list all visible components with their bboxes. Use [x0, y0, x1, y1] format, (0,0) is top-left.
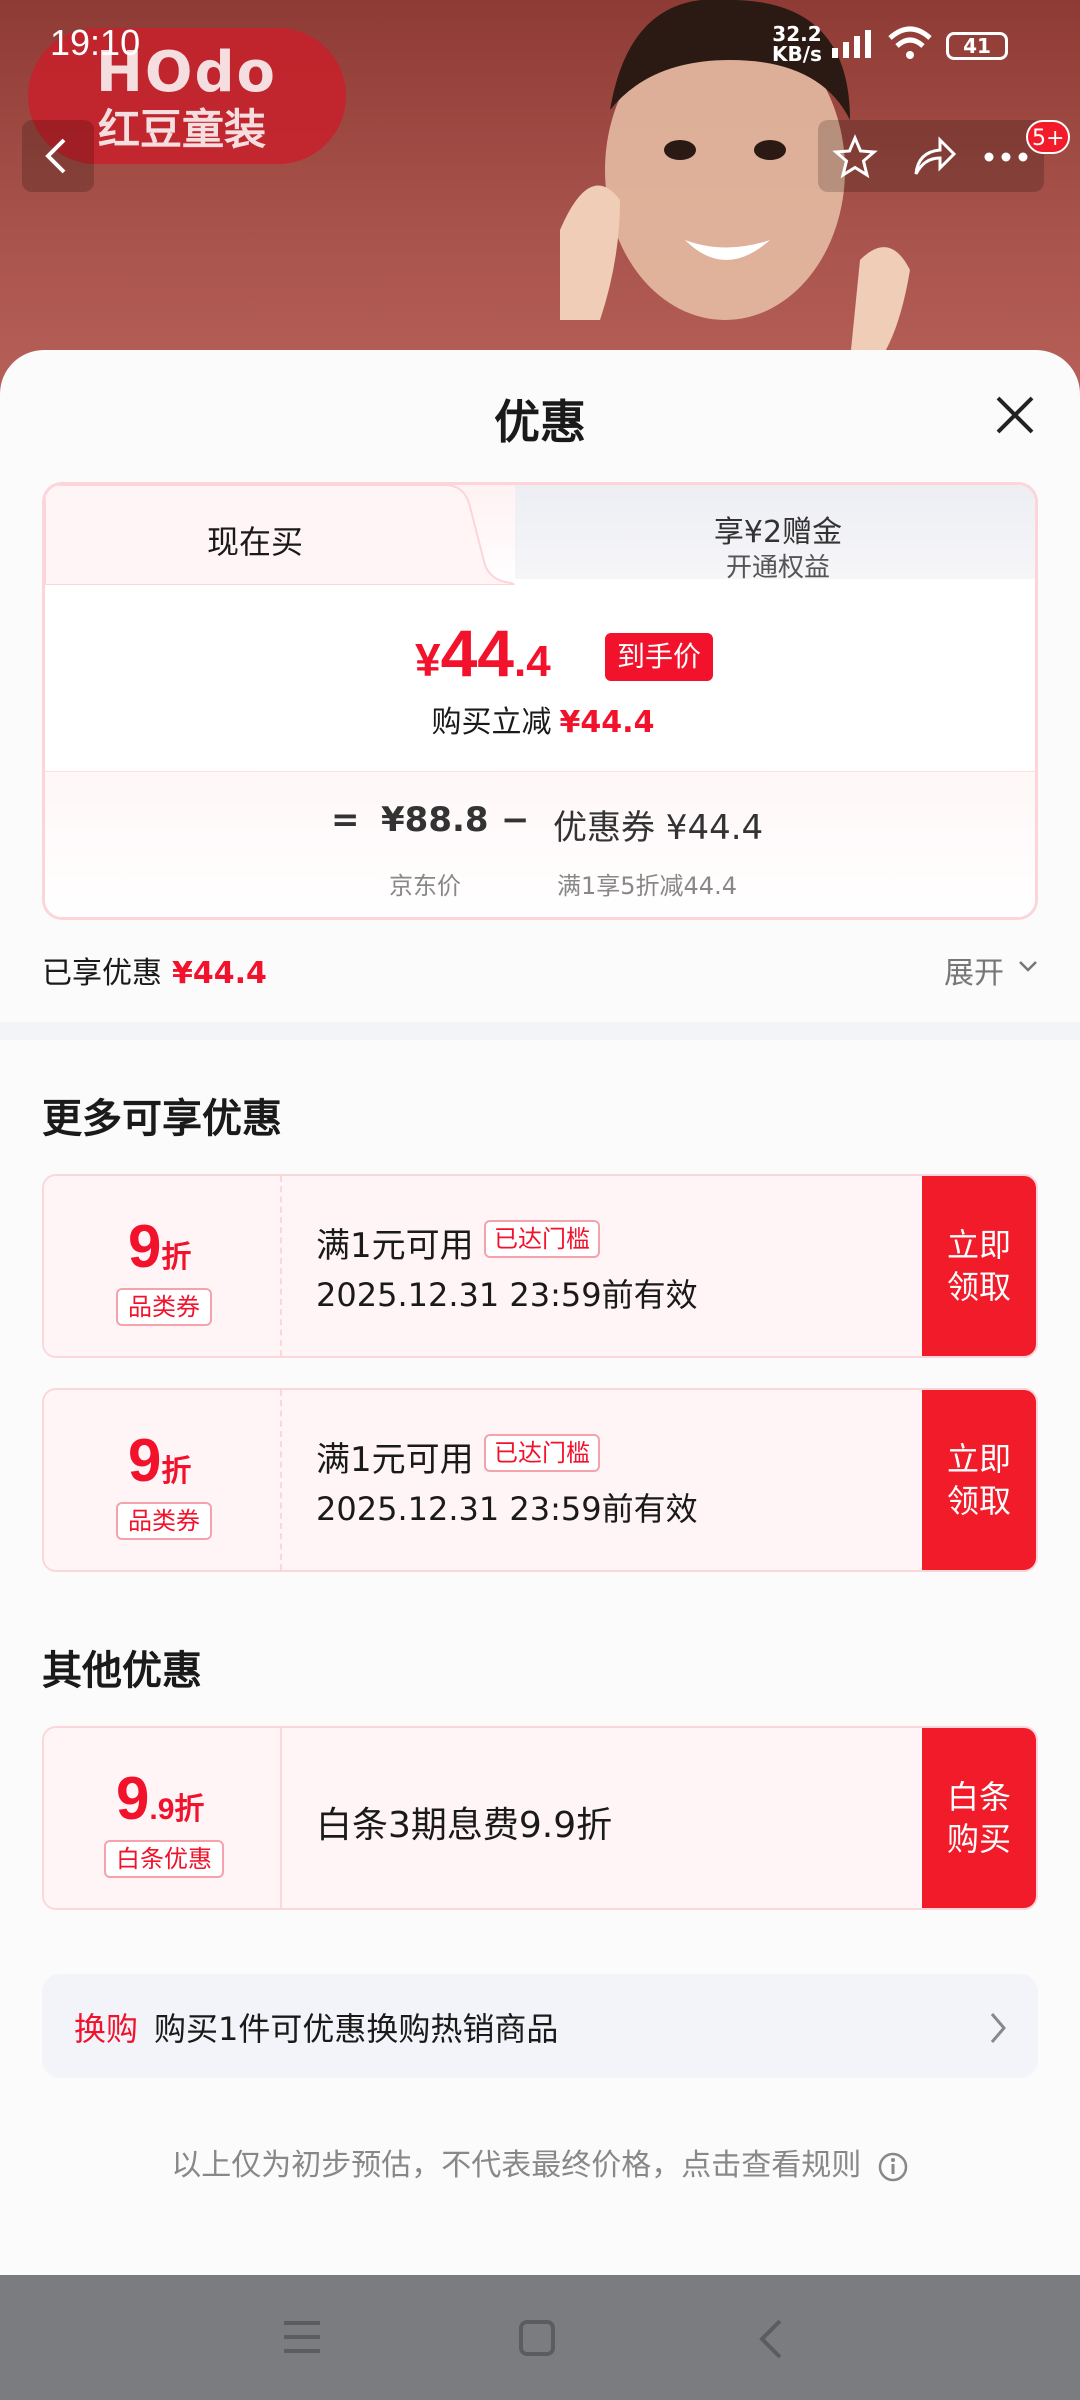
- sheet-title: 优惠: [494, 395, 586, 449]
- disclaimer[interactable]: 以上仅为初步预估，不代表最终价格，点击查看规则: [0, 2140, 1080, 2184]
- instant-reduce-value: ¥44.4: [559, 705, 655, 740]
- price-breakdown: = ¥88.8 京东价 − 优惠券 ¥44.4 满1享5折减44.4: [45, 771, 1035, 917]
- system-nav-bar: [0, 2275, 1080, 2400]
- claim-coupon-label: 立即 领取: [947, 1440, 1012, 1520]
- baitiao-offer-card: 9.9折 白条优惠 白条3期息费9.9折 白条 购买: [42, 1726, 1038, 1910]
- chevron-down-icon: [1019, 961, 1037, 972]
- coupon-value-panel: 9折 品类券: [44, 1390, 282, 1570]
- baitiao-type: 白条优惠: [104, 1840, 224, 1878]
- exchange-purchase-row[interactable]: 换购 购买1件可优惠换购热销商品: [42, 1974, 1038, 2078]
- coupon-discount-unit: 折: [161, 1455, 192, 1488]
- signal-icon: [832, 30, 871, 58]
- coupon-rule: 满1享5折减44.4: [557, 872, 737, 900]
- enjoyed-label: 已享优惠: [42, 956, 162, 991]
- price-card: 现在买 享¥2赠金 开通权益 ¥44.4 到手价 购买立减 ¥44.4 = ¥88…: [42, 482, 1038, 920]
- menu-icon[interactable]: [282, 2319, 322, 2355]
- coupon-type: 品类券: [116, 1288, 212, 1326]
- star-icon[interactable]: [832, 134, 878, 180]
- tab-buy-now[interactable]: 现在买: [45, 517, 465, 563]
- disclaimer-text: 以上仅为初步预估，不代表最终价格，点击查看规则: [171, 2148, 862, 2183]
- more-icon[interactable]: [982, 150, 1030, 164]
- notification-badge: 5+: [1026, 120, 1071, 154]
- back-button[interactable]: [22, 120, 94, 192]
- wifi-icon: [888, 26, 932, 59]
- coupon-threshold: 满1元可用: [316, 1440, 474, 1480]
- jd-price: ¥88.8: [381, 800, 489, 840]
- share-icon[interactable]: [910, 134, 958, 180]
- claim-coupon-button[interactable]: 立即 领取: [922, 1176, 1036, 1356]
- coupon-card: 9折 品类券 满1元可用 已达门槛 2025.12.31 23:59前有效 立即…: [42, 1174, 1038, 1358]
- coupon-amount: 优惠券 ¥44.4: [553, 808, 764, 848]
- claim-coupon-button[interactable]: 立即 领取: [922, 1390, 1036, 1570]
- minus-sign: −: [501, 800, 530, 840]
- baitiao-discount: 9.9折: [116, 1764, 204, 1833]
- exchange-tag: 换购: [74, 2010, 139, 2048]
- baitiao-value-panel: 9.9折 白条优惠: [44, 1728, 282, 1908]
- coupon-discount-num: 9: [128, 1213, 162, 1280]
- instant-reduce: 购买立减 ¥44.4: [45, 697, 1035, 741]
- net-speed: 32.2 KB/s: [772, 24, 822, 64]
- battery-icon: 41: [946, 32, 1008, 60]
- section-divider: [0, 1022, 1080, 1040]
- final-price: ¥44.4: [415, 615, 551, 691]
- jd-price-label: 京东价: [389, 872, 461, 900]
- net-speed-unit: KB/s: [772, 42, 822, 66]
- baitiao-discount-unit: .9折: [149, 1793, 205, 1826]
- baitiao-buy-label: 白条 购买: [947, 1778, 1012, 1858]
- enjoyed-discount: 已享优惠 ¥44.4: [42, 948, 267, 992]
- net-speed-value: 32.2: [772, 22, 822, 46]
- status-bar: 19:10 32.2 KB/s 41: [0, 0, 1080, 90]
- back-nav-icon[interactable]: [756, 2319, 784, 2359]
- threshold-reached-badge: 已达门槛: [484, 1220, 600, 1258]
- baitiao-buy-button[interactable]: 白条 购买: [922, 1728, 1036, 1908]
- final-price-currency: ¥: [415, 634, 441, 686]
- coupon-discount-unit: 折: [161, 1241, 192, 1274]
- brand-name: 红豆童装: [98, 105, 267, 154]
- final-price-dec: .4: [514, 637, 551, 686]
- exchange-text: 购买1件可优惠换购热销商品: [154, 2010, 559, 2048]
- close-icon[interactable]: [990, 390, 1040, 440]
- more-offers-title: 更多可享优惠: [42, 1096, 282, 1142]
- info-icon: [878, 2152, 908, 2181]
- coupon-discount: 9折: [128, 1426, 191, 1495]
- coupon-type: 品类券: [116, 1502, 212, 1540]
- expand-button[interactable]: 展开: [944, 948, 1004, 992]
- coupon-discount-num: 9: [128, 1427, 162, 1494]
- tab-bonus-label: 享¥2赠金: [713, 515, 843, 550]
- chevron-left-icon: [45, 138, 66, 174]
- chevron-right-icon: [990, 2013, 1006, 2043]
- status-time: 19:10: [50, 22, 141, 63]
- coupon-value-panel: 9折 品类券: [44, 1176, 282, 1356]
- coupon-discount: 9折: [128, 1212, 191, 1281]
- baitiao-desc: 白条3期息费9.9折: [316, 1805, 613, 1846]
- top-actions: [818, 120, 1044, 192]
- tab-bonus-sub: 开通权益: [725, 553, 830, 583]
- coupon-expiry: 2025.12.31 23:59前有效: [316, 1276, 698, 1314]
- coupon-card: 9折 品类券 满1元可用 已达门槛 2025.12.31 23:59前有效 立即…: [42, 1388, 1038, 1572]
- claim-coupon-label: 立即 领取: [947, 1226, 1012, 1306]
- baitiao-discount-num: 9: [116, 1765, 150, 1832]
- equals-sign: =: [331, 800, 360, 840]
- instant-reduce-label: 购买立减: [431, 705, 552, 740]
- final-price-tag: 到手价: [605, 633, 714, 681]
- coupon-threshold: 满1元可用: [316, 1226, 474, 1266]
- other-offers-title: 其他优惠: [42, 1648, 202, 1694]
- discount-sheet: 优惠 现在买 享¥2赠金 开通权益 ¥44.4 到手价 购买立减 ¥44.4 = …: [0, 350, 1080, 2275]
- coupon-expiry: 2025.12.31 23:59前有效: [316, 1490, 698, 1528]
- enjoyed-value: ¥44.4: [172, 956, 267, 991]
- final-price-int: 44: [440, 616, 515, 690]
- home-icon[interactable]: [518, 2319, 556, 2357]
- threshold-reached-badge: 已达门槛: [484, 1434, 600, 1472]
